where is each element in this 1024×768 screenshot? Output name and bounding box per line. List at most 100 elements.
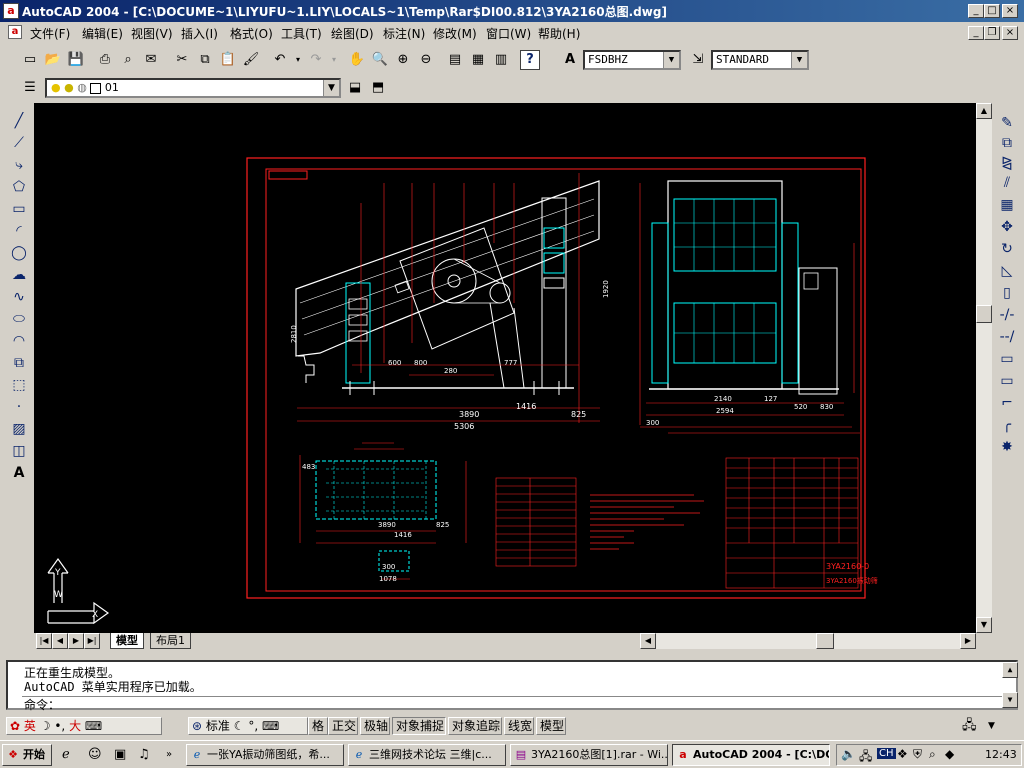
search-icon[interactable]: ⌕ — [929, 747, 936, 762]
pan-icon[interactable]: ✋ — [347, 50, 367, 70]
properties-icon[interactable]: ▤ — [445, 50, 465, 70]
tool-palettes-icon[interactable]: ▥ — [491, 50, 511, 70]
status-otrack-button[interactable]: 对象追踪 — [448, 717, 502, 735]
status-osnap-button[interactable]: 对象捕捉 — [392, 717, 446, 735]
insert-block-icon[interactable]: ⧉ — [8, 353, 30, 373]
help-icon[interactable]: ? — [520, 50, 540, 70]
chamfer-icon[interactable]: ⌐ — [996, 393, 1018, 413]
status-ortho-button[interactable]: 正交 — [328, 717, 358, 735]
menu-window[interactable]: 窗口(W) — [486, 25, 531, 42]
match-properties-icon[interactable]: 🖌 — [241, 50, 261, 70]
task-autocad[interactable]: a AutoCAD 2004 - [C:\DOC... — [672, 744, 830, 766]
ellipse-arc-icon[interactable]: ◠ — [8, 331, 30, 351]
volume-icon[interactable]: 🔈 — [841, 747, 856, 761]
scroll-up-icon[interactable]: ▲ — [976, 103, 992, 119]
open-icon[interactable]: 📂 — [43, 50, 63, 70]
doc-minimize-icon[interactable]: _ — [968, 26, 984, 40]
arc-icon[interactable]: ◜ — [8, 221, 30, 241]
preview-icon[interactable]: ⌕ — [118, 50, 138, 70]
menu-view[interactable]: 视图(V) — [131, 25, 173, 42]
close-icon[interactable]: × — [1002, 4, 1018, 18]
cut-icon[interactable]: ✂ — [172, 50, 192, 70]
drawing-canvas[interactable]: 3890 5306 1416 825 2810 1920 600 800 280… — [34, 103, 976, 633]
region-icon[interactable]: ◫ — [8, 441, 30, 461]
ime-toolbar-2[interactable]: ⊛ 标准 ☾ °, ⌨ — [188, 717, 308, 735]
extend-icon[interactable]: --/ — [996, 327, 1018, 347]
explode-icon[interactable]: ✸ — [996, 437, 1018, 457]
circle-icon[interactable]: ◯ — [8, 243, 30, 263]
mirror-icon[interactable]: ⧎ — [996, 153, 1018, 173]
doc-close-icon[interactable]: × — [1002, 26, 1018, 40]
layer-manager-icon[interactable]: ☰ — [20, 78, 40, 98]
vertical-scrollbar[interactable]: ▲ ▼ — [976, 103, 992, 633]
menu-dimension[interactable]: 标注(N) — [383, 25, 425, 42]
rotate-icon[interactable]: ↻ — [996, 239, 1018, 259]
make-layer-current-icon[interactable]: ⬓ — [345, 78, 365, 98]
zoom-window-icon[interactable]: ⊕ — [393, 50, 413, 70]
dimension-style-select[interactable]: STANDARD ▼ — [711, 50, 809, 70]
chevron-down-icon[interactable]: ▼ — [323, 80, 339, 96]
tab-next-icon[interactable]: ▶ — [68, 633, 84, 649]
doc-restore-icon[interactable]: ❐ — [984, 26, 1000, 40]
multiline-text-icon[interactable]: A — [8, 463, 30, 483]
menu-modify[interactable]: 修改(M) — [433, 25, 477, 42]
copy-object-icon[interactable]: ⧉ — [996, 133, 1018, 153]
undo-dropdown-icon[interactable]: ▾ — [288, 50, 308, 70]
menu-edit[interactable]: 编辑(E) — [82, 25, 123, 42]
polyline-icon[interactable]: ⤷ — [8, 155, 30, 175]
status-polar-button[interactable]: 极轴 — [360, 717, 390, 735]
show-desktop-icon[interactable]: ▣ — [114, 746, 132, 764]
offset-icon[interactable]: ⫽ — [996, 173, 1018, 193]
print-icon[interactable]: ⎙ — [95, 50, 115, 70]
autocad-app-icon[interactable]: a — [3, 3, 19, 19]
tab-model[interactable]: 模型 — [110, 633, 144, 649]
network-icon[interactable]: 🖧 — [859, 747, 872, 768]
rectangle-icon[interactable]: ▭ — [8, 199, 30, 219]
menu-file[interactable]: 文件(F) — [30, 25, 70, 42]
tab-prev-icon[interactable]: ◀ — [52, 633, 68, 649]
tab-last-icon[interactable]: ▶| — [84, 633, 100, 649]
text-style-select[interactable]: FSDBHZ ▼ — [583, 50, 681, 70]
spline-icon[interactable]: ∿ — [8, 287, 30, 307]
qq-icon[interactable]: ☺ — [88, 746, 106, 764]
horizontal-scrollbar[interactable]: ◀ ▶ — [640, 633, 976, 649]
notification-icon[interactable]: ◆ — [945, 747, 954, 761]
stretch-icon[interactable]: ▯ — [996, 283, 1018, 303]
document-icon[interactable]: a — [8, 25, 22, 39]
menu-draw[interactable]: 绘图(D) — [331, 25, 374, 42]
point-icon[interactable]: · — [8, 397, 30, 417]
media-icon[interactable]: ♫ — [138, 746, 156, 764]
new-icon[interactable]: ▭ — [20, 50, 40, 70]
menu-format[interactable]: 格式(O) — [230, 25, 273, 42]
make-block-icon[interactable]: ⬚ — [8, 375, 30, 395]
task-browser-2[interactable]: ℯ 三维网技术论坛 三维|c... — [348, 744, 506, 766]
menu-insert[interactable]: 插入(I) — [181, 25, 218, 42]
status-model-button[interactable]: 模型 — [536, 717, 566, 735]
scale-icon[interactable]: ◺ — [996, 261, 1018, 281]
status-grid-button[interactable]: 格 — [308, 717, 328, 735]
chevron-down-icon[interactable]: ▼ — [663, 52, 679, 68]
move-icon[interactable]: ✥ — [996, 217, 1018, 237]
hatch-icon[interactable]: ▨ — [8, 419, 30, 439]
scroll-right-icon[interactable]: ▶ — [960, 633, 976, 649]
command-scroll-up-icon[interactable]: ▲ — [1002, 662, 1018, 678]
redo-dropdown-icon[interactable]: ▾ — [324, 50, 344, 70]
ie-icon[interactable]: ℯ — [62, 746, 80, 764]
shield-icon[interactable]: ⛨ — [913, 747, 922, 762]
command-line[interactable]: 命令： — [22, 696, 1002, 712]
scroll-left-icon[interactable]: ◀ — [640, 633, 656, 649]
copy-icon[interactable]: ⧉ — [195, 50, 215, 70]
status-menu-chevron-down-icon[interactable]: ▼ — [988, 718, 1002, 734]
menu-tools[interactable]: 工具(T) — [281, 25, 322, 42]
windows-flag-icon[interactable]: ❖ — [897, 747, 908, 761]
design-center-icon[interactable]: ▦ — [468, 50, 488, 70]
zoom-previous-icon[interactable]: ⊖ — [416, 50, 436, 70]
task-browser-1[interactable]: ℯ 一张YA振动筛图纸，希... — [186, 744, 344, 766]
text-style-icon[interactable]: A — [560, 50, 580, 70]
task-winrar[interactable]: ▤ 3YA2160总图[1].rar - Wi... — [510, 744, 668, 766]
ime-indicator[interactable]: CH — [877, 748, 896, 759]
zoom-realtime-icon[interactable]: 🔍 — [370, 50, 390, 70]
tab-layout1[interactable]: 布局1 — [150, 633, 191, 649]
paste-icon[interactable]: 📋 — [218, 50, 238, 70]
quicklaunch-more-icon[interactable]: » — [166, 746, 176, 764]
